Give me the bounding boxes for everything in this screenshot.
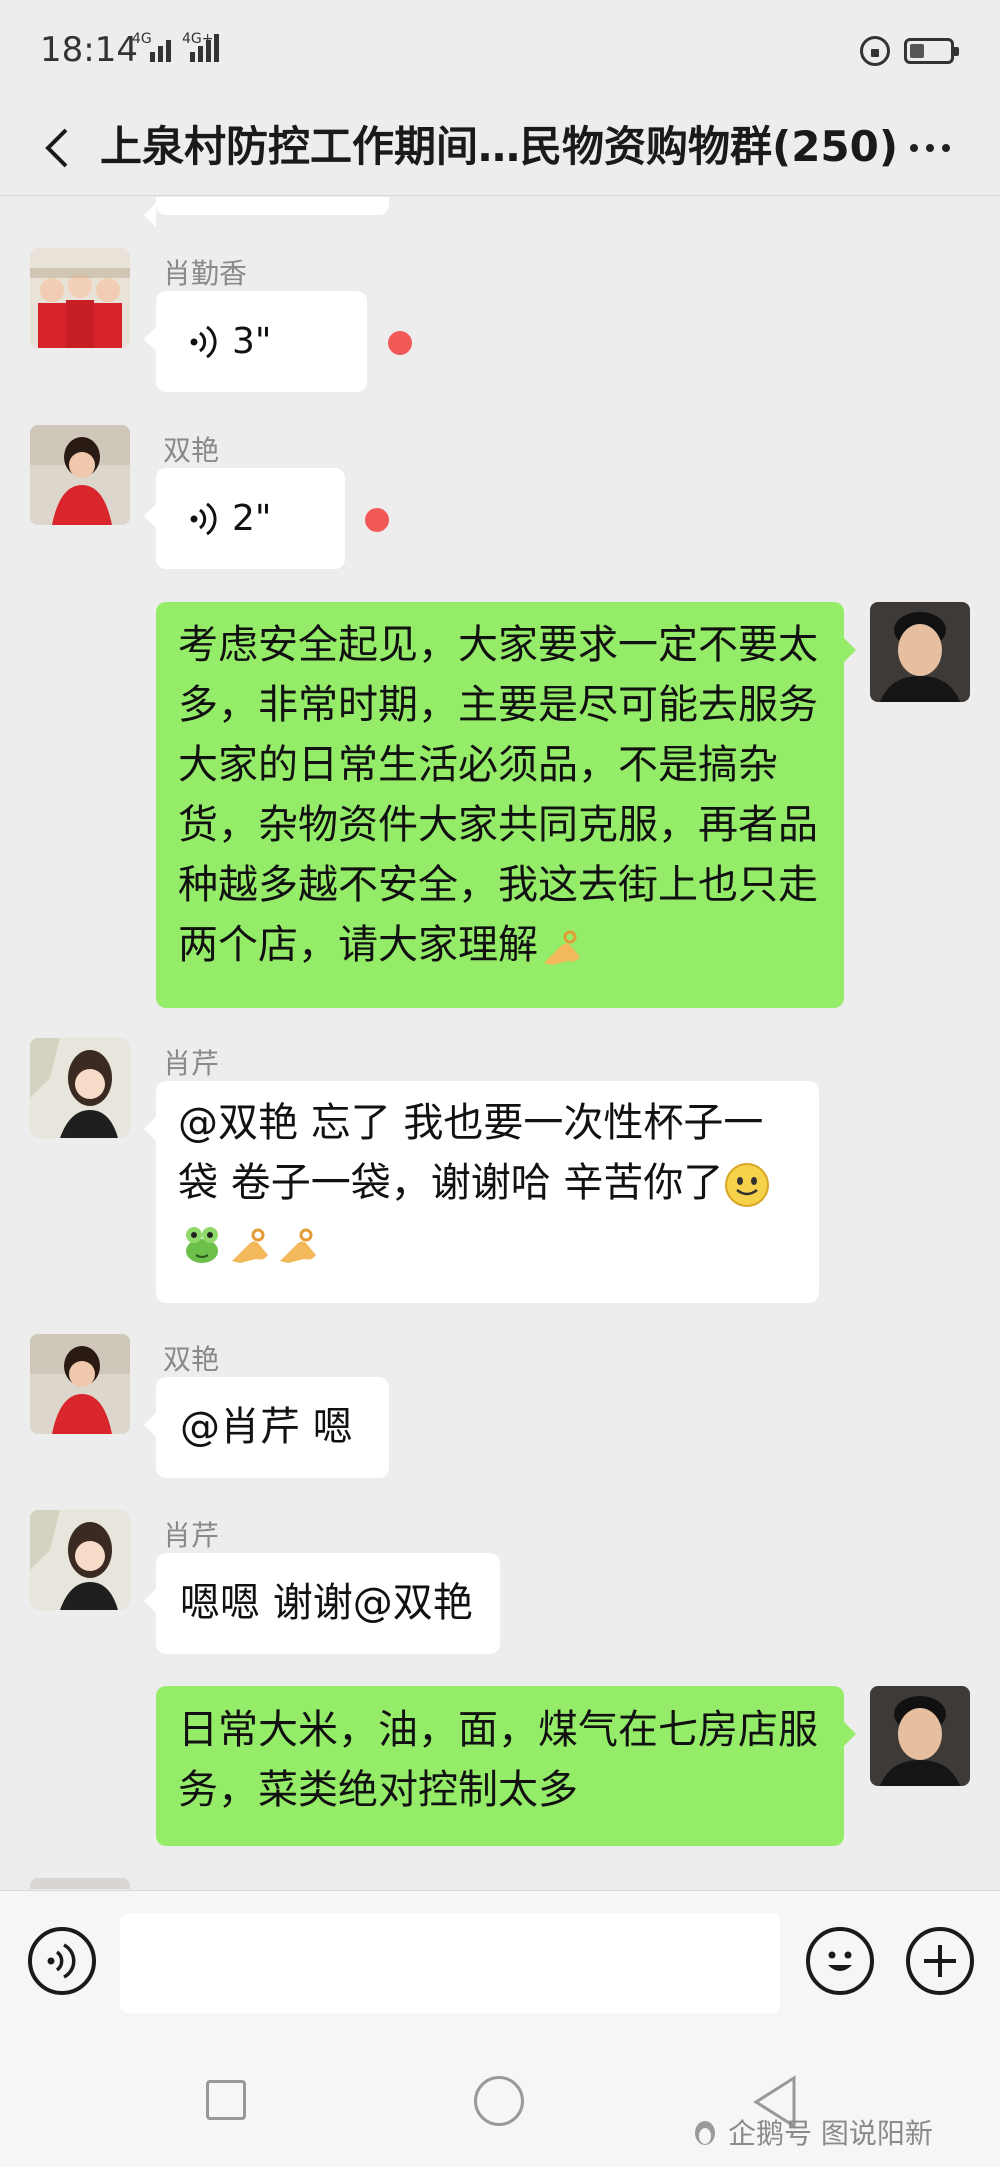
more-functions-button[interactable] xyxy=(906,1927,974,1995)
avatar[interactable] xyxy=(30,1878,130,1889)
emoji-button[interactable] xyxy=(806,1927,874,1995)
status-bar: 18:14 4G 4G+ xyxy=(0,0,1000,100)
avatar[interactable] xyxy=(30,425,130,525)
sender-name: 肖勤香 xyxy=(163,257,248,290)
partial-message-bubble xyxy=(144,197,389,227)
message-bubble[interactable]: 日常大米，油，面，煤气在七房店服 务，菜类绝对控制太多 xyxy=(156,1686,856,1846)
plus-icon xyxy=(924,1945,956,1977)
frog-emoji-icon xyxy=(186,1227,218,1263)
self-avatar[interactable] xyxy=(870,602,970,702)
voice-input-button[interactable] xyxy=(28,1927,96,1995)
ok-hand-emoji-icon xyxy=(232,1228,268,1263)
voice-wave-icon xyxy=(190,502,217,535)
unread-dot xyxy=(365,508,389,532)
voice-wave-icon xyxy=(190,325,217,358)
sender-name: 双艳 xyxy=(163,1343,220,1376)
back-icon[interactable] xyxy=(30,118,90,178)
message-input-bar xyxy=(0,1890,1000,2040)
avatar[interactable] xyxy=(30,1038,130,1138)
sender-name: 双艳 xyxy=(163,434,220,467)
battery-icon xyxy=(904,38,959,64)
sender-name: 肖芹 xyxy=(163,1047,220,1080)
avatar[interactable] xyxy=(30,248,130,348)
avatar[interactable] xyxy=(30,1334,130,1434)
penguin-logo-icon xyxy=(695,2121,715,2145)
message-text: @双艳 忘了 我也要一次性杯子一 袋 卷子一袋，谢谢哈 辛苦你了 xyxy=(178,1100,764,1206)
avatar[interactable] xyxy=(30,1510,130,1610)
voice-wave-icon xyxy=(47,1943,76,1979)
message-text: 日常大米，油，面，煤气在七房店服 务，菜类绝对控制太多 xyxy=(178,1707,818,1813)
watermark: 企鹅号 图说阳新 xyxy=(690,2112,933,2152)
ok-hand-emoji-icon xyxy=(280,1228,316,1263)
message-bubble[interactable]: 考虑安全起见，大家要求一定不要太 多，非常时期，主要是尽可能去服务 大家的日常生… xyxy=(156,602,856,1008)
more-options-icon[interactable] xyxy=(900,118,960,178)
message-text: 嗯嗯 谢谢@双艳 xyxy=(180,1580,473,1626)
message-bubble[interactable]: 嗯嗯 谢谢@双艳 xyxy=(144,1553,500,1654)
message-text: @肖芹 嗯 xyxy=(180,1404,353,1450)
smile-icon xyxy=(828,1951,852,1971)
voice-duration: 3" xyxy=(232,320,272,362)
message-input[interactable] xyxy=(120,1913,780,2013)
recent-apps-icon[interactable] xyxy=(206,2080,246,2120)
chat-header: 上泉村防控工作期间…民物资购物群(250) xyxy=(0,100,1000,196)
home-icon[interactable] xyxy=(474,2076,524,2126)
network-label-1: 4G xyxy=(132,31,152,47)
signal-icon-2 xyxy=(190,32,219,62)
message-text: 考虑安全起见，大家要求一定不要太 多，非常时期，主要是尽可能去服务 大家的日常生… xyxy=(178,622,818,968)
ok-hand-emoji-icon xyxy=(544,930,580,965)
message-bubble[interactable]: @肖芹 嗯 xyxy=(144,1377,389,1478)
message-bubble[interactable]: @双艳 忘了 我也要一次性杯子一 袋 卷子一袋，谢谢哈 辛苦你了 xyxy=(144,1081,819,1303)
voice-duration: 2" xyxy=(232,497,272,539)
chat-title: 上泉村防控工作期间…民物资购物群(250) xyxy=(100,122,899,171)
status-time: 18:14 xyxy=(40,30,138,70)
voice-message-bubble[interactable]: 2" xyxy=(144,468,345,569)
voice-message-bubble[interactable]: 3" xyxy=(144,291,367,392)
unread-dot xyxy=(388,331,412,355)
smile-emoji-icon xyxy=(725,1163,770,1207)
sender-name: 肖芹 xyxy=(163,1519,220,1552)
watermark-text: 企鹅号 图说阳新 xyxy=(728,2117,933,2150)
signal-icon-1 xyxy=(150,32,171,62)
self-avatar[interactable] xyxy=(870,1686,970,1786)
rotation-lock-icon xyxy=(860,36,890,66)
chat-message-list[interactable]: 肖勤香 3" 双艳 2" 考虑安全起见，大家要求一定不要太 多，非常时期，主要是… xyxy=(0,197,1000,1889)
